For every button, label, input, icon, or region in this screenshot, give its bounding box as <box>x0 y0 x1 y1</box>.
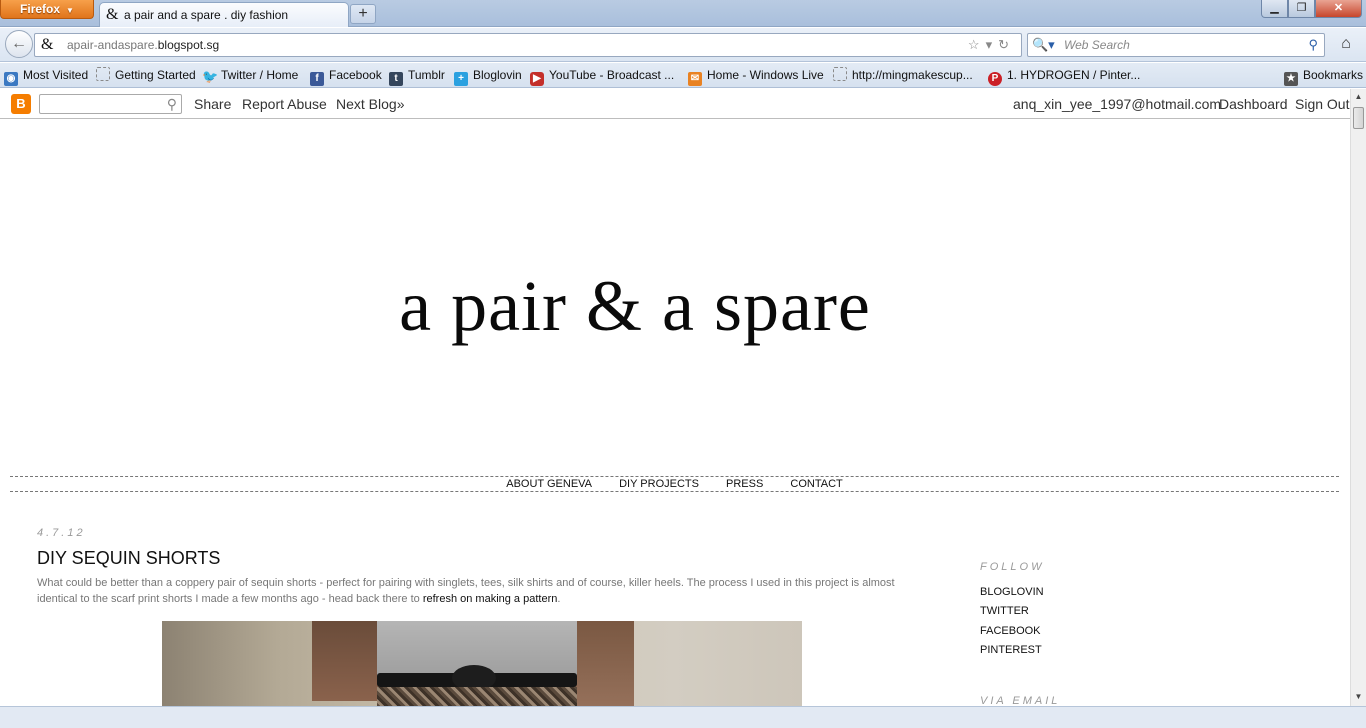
navigation-toolbar: ← & apair-andaspare.blogspot.sg ☆▾↻ 🔍▾ W… <box>0 28 1366 62</box>
bookmark-star-icon[interactable]: ☆ <box>968 37 986 52</box>
bookmarks-menu[interactable]: ★ Bookmarks <box>1284 63 1363 87</box>
site-identity-icon[interactable]: & <box>41 34 53 56</box>
bookmark-twitter[interactable]: 🐦 Twitter / Home <box>202 63 298 87</box>
vertical-scrollbar[interactable]: ▲ ▼ <box>1350 89 1366 706</box>
search-go-icon[interactable]: ⚲ <box>1308 34 1318 56</box>
blog-title[interactable]: a pair & a spare <box>0 265 1270 348</box>
bookmark-facebook[interactable]: f Facebook <box>310 63 382 87</box>
menu-item-contact[interactable]: CONTACT <box>790 478 842 490</box>
bookmark-label: Twitter / Home <box>221 68 299 82</box>
bookmark-label: Most Visited <box>23 68 89 82</box>
url-host-prefix: apair-andaspare. <box>67 38 158 52</box>
back-button[interactable]: ← <box>5 30 33 58</box>
minimize-button[interactable]: ▁ <box>1261 0 1288 18</box>
close-window-button[interactable]: ✕ <box>1315 0 1362 18</box>
bookmark-bloglovin[interactable]: + Bloglovin <box>454 63 522 87</box>
bookmark-label: Tumblr <box>408 68 445 82</box>
menu-item-press[interactable]: PRESS <box>726 478 763 490</box>
bookmark-windows-live[interactable]: ✉ Home - Windows Live <box>688 63 824 87</box>
bookmark-label: Facebook <box>329 68 382 82</box>
bookmark-label: YouTube - Broadcast ... <box>549 68 675 82</box>
bloglovin-icon: + <box>454 72 468 86</box>
tumblr-icon: t <box>389 72 403 86</box>
bookmark-youtube[interactable]: ▶ YouTube - Broadcast ... <box>530 63 674 87</box>
rss-icon: ◉ <box>4 72 18 86</box>
sign-out-link[interactable]: Sign Out <box>1295 89 1349 119</box>
twitter-icon: 🐦 <box>202 69 219 84</box>
bookmark-label: Home - Windows Live <box>707 68 824 82</box>
status-bar <box>0 706 1366 728</box>
follow-heading: FOLLOW <box>980 561 1045 573</box>
blogger-logo-icon[interactable]: B <box>11 94 31 114</box>
share-link[interactable]: Share <box>194 89 231 119</box>
post-body-end: . <box>557 593 561 605</box>
follow-link-twitter[interactable]: TWITTER <box>980 604 1044 623</box>
pinterest-icon: P <box>988 72 1002 86</box>
blogger-navbar: B ⚲ Share Report Abuse Next Blog» anq_xi… <box>0 89 1350 119</box>
account-email[interactable]: anq_xin_yee_1997@hotmail.com <box>1013 89 1221 119</box>
facebook-icon: f <box>310 72 324 86</box>
tab-title: a pair and a spare . diy fashion <box>124 8 289 22</box>
bookmark-pinterest[interactable]: P 1. HYDROGEN / Pinter... <box>988 63 1140 87</box>
via-email-heading: VIA EMAIL <box>980 695 1061 706</box>
bookmark-label: 1. HYDROGEN / Pinter... <box>1007 68 1141 82</box>
blog-search-input[interactable]: ⚲ <box>39 94 182 114</box>
bookmark-most-visited[interactable]: ◉ Most Visited <box>4 63 88 87</box>
search-bar[interactable]: 🔍▾ Web Search ⚲ <box>1027 33 1325 57</box>
firefox-menu-label: Firefox <box>20 2 61 16</box>
blog-menu: ABOUT GENEVA DIY PROJECTS PRESS CONTACT <box>10 476 1339 492</box>
reload-icon[interactable]: ↻ <box>998 37 1015 52</box>
url-host-main: blogspot.sg <box>157 38 220 52</box>
bookmark-getting-started[interactable]: Getting Started <box>96 63 196 87</box>
bookmark-tumblr[interactable]: t Tumblr <box>389 63 445 87</box>
dropdown-arrow-icon: ▼ <box>66 6 74 15</box>
youtube-icon: ▶ <box>530 72 544 86</box>
home-button[interactable]: ⌂ <box>1333 33 1359 57</box>
tab-active[interactable]: & a pair and a spare . diy fashion <box>99 2 349 27</box>
bookmark-label: http://mingmakescup... <box>852 68 973 82</box>
firefox-menu-button[interactable]: Firefox ▼ <box>0 0 94 19</box>
star-icon: ★ <box>1284 72 1298 86</box>
restore-button[interactable]: ❐ <box>1288 0 1315 18</box>
post-date: 4.7.12 <box>37 527 86 539</box>
ampersand-favicon-icon: & <box>106 6 119 23</box>
post-body: What could be better than a coppery pair… <box>37 575 907 607</box>
blank-page-icon <box>96 67 110 81</box>
follow-links: BLOGLOVIN TWITTER FACEBOOK PINTEREST <box>980 585 1044 662</box>
bookmark-label: Bookmarks <box>1303 68 1364 82</box>
url-bar[interactable]: & apair-andaspare.blogspot.sg ☆▾↻ <box>34 33 1022 57</box>
report-abuse-link[interactable]: Report Abuse <box>242 89 327 119</box>
history-dropdown-icon[interactable]: ▾ <box>986 37 999 52</box>
scroll-up-icon[interactable]: ▲ <box>1351 89 1366 105</box>
post-photo <box>162 621 802 706</box>
scroll-down-icon[interactable]: ▼ <box>1351 689 1366 705</box>
blog-page: a pair & a spare ABOUT GENEVA DIY PROJEC… <box>0 120 1350 706</box>
bookmark-mingmakescup[interactable]: http://mingmakescup... <box>833 63 973 87</box>
follow-link-facebook[interactable]: FACEBOOK <box>980 624 1044 643</box>
new-tab-button[interactable]: + <box>350 4 376 24</box>
windows-live-icon: ✉ <box>688 72 702 86</box>
dashboard-link[interactable]: Dashboard <box>1219 89 1288 119</box>
bookmark-label: Getting Started <box>115 68 196 82</box>
title-bar: Firefox ▼ & a pair and a spare . diy fash… <box>0 0 1366 27</box>
search-icon[interactable]: ⚲ <box>167 89 177 119</box>
pattern-link[interactable]: refresh on making a pattern <box>423 593 558 605</box>
menu-item-about[interactable]: ABOUT GENEVA <box>506 478 592 490</box>
scrollbar-thumb[interactable] <box>1353 107 1364 129</box>
bookmark-label: Bloglovin <box>473 68 522 82</box>
follow-link-pinterest[interactable]: PINTEREST <box>980 643 1044 662</box>
url-text[interactable]: apair-andaspare.blogspot.sg <box>67 34 219 56</box>
bookmarks-toolbar: ◉ Most Visited Getting Started 🐦 Twitter /… <box>0 63 1366 88</box>
search-placeholder: Web Search <box>1064 38 1130 52</box>
search-engine-icon[interactable]: 🔍▾ <box>1032 34 1055 56</box>
next-blog-link[interactable]: Next Blog» <box>336 89 404 119</box>
post-title[interactable]: DIY SEQUIN SHORTS <box>37 548 220 569</box>
blank-page-icon <box>833 67 847 81</box>
menu-item-diy-projects[interactable]: DIY PROJECTS <box>619 478 699 490</box>
follow-link-bloglovin[interactable]: BLOGLOVIN <box>980 585 1044 604</box>
